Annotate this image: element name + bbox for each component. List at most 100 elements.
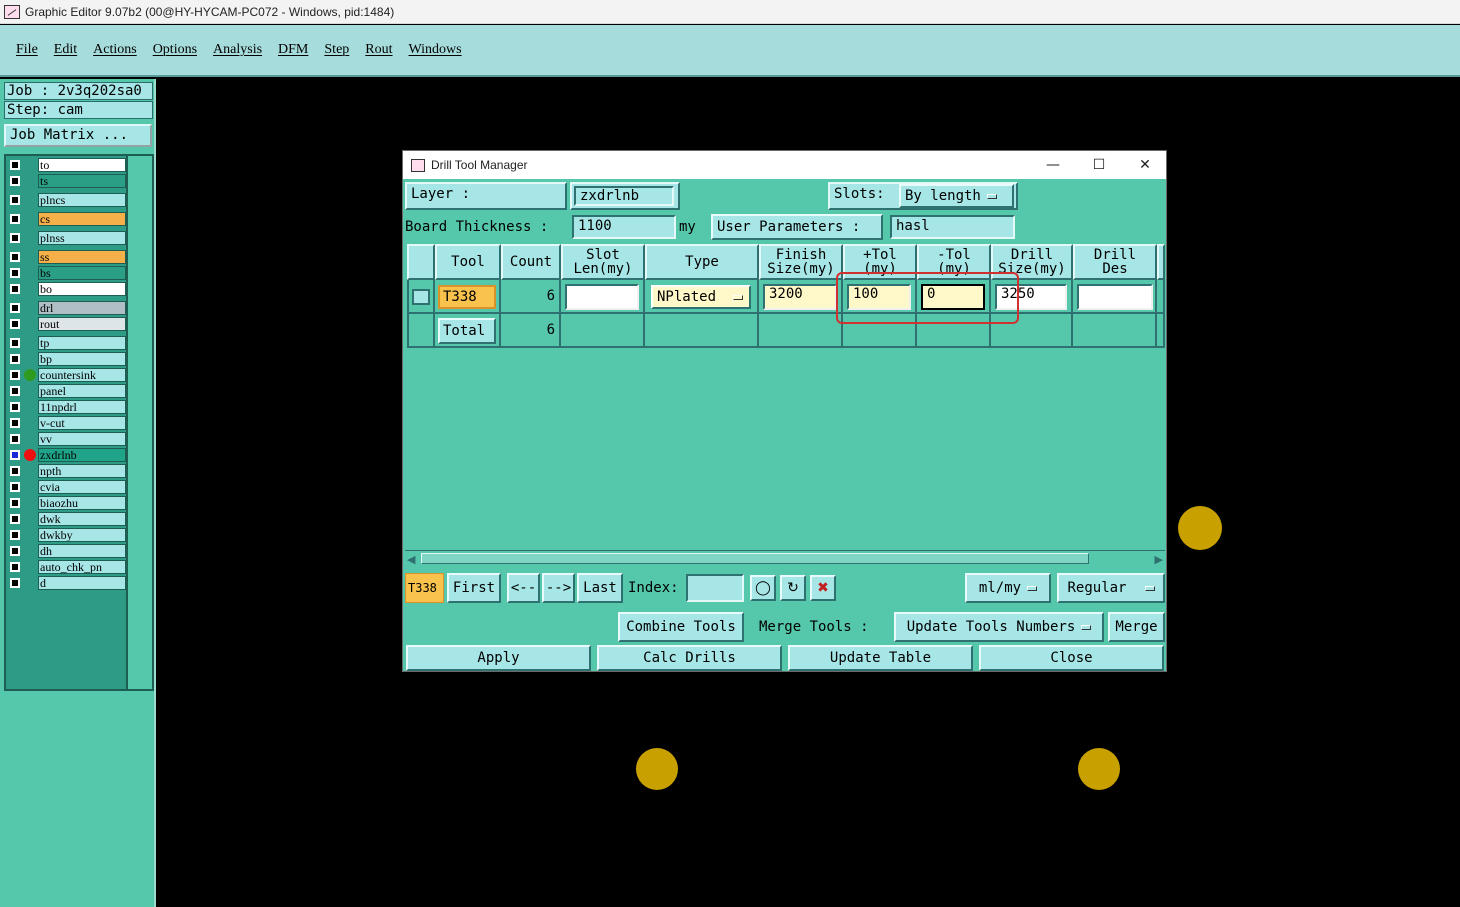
layer-checkbox[interactable]: [10, 450, 20, 460]
layer-name[interactable]: dh: [38, 544, 126, 558]
lightbulb-icon[interactable]: ◯: [750, 575, 776, 601]
layer-checkbox[interactable]: [10, 319, 20, 329]
combine-tools-button[interactable]: Combine Tools: [618, 612, 744, 642]
board-thickness-field[interactable]: 1100: [572, 215, 676, 239]
layer-checkbox[interactable]: [10, 233, 20, 243]
layer-row-npth[interactable]: npth: [6, 464, 126, 478]
layer-checkbox[interactable]: [10, 268, 20, 278]
layer-name[interactable]: npth: [38, 464, 126, 478]
layer-field[interactable]: zxdrlnb: [574, 186, 674, 206]
layer-row-d[interactable]: d: [6, 576, 126, 590]
row-selector[interactable]: [407, 280, 435, 314]
layer-checkbox[interactable]: [10, 402, 20, 412]
job-matrix-button[interactable]: Job Matrix ...: [4, 124, 152, 147]
layer-row-vv[interactable]: vv: [6, 432, 126, 446]
scroll-right-icon[interactable]: ▶: [1155, 553, 1163, 566]
layer-checkbox[interactable]: [10, 530, 20, 540]
menu-actions[interactable]: Actions: [85, 42, 145, 58]
menu-windows[interactable]: Windows: [401, 42, 470, 58]
merge-option-dropdown[interactable]: Update Tools Numbers: [894, 612, 1104, 642]
tool-id[interactable]: T338: [438, 285, 496, 309]
layer-name[interactable]: ss: [38, 250, 126, 264]
layer-checkbox[interactable]: [10, 418, 20, 428]
layer-row-auto_chk_pn[interactable]: auto_chk_pn: [6, 560, 126, 574]
slots-dropdown[interactable]: By length: [899, 184, 1014, 208]
user-parameters-field[interactable]: hasl: [890, 215, 1015, 239]
layer-checkbox[interactable]: [10, 546, 20, 556]
layer-checkbox[interactable]: [10, 578, 20, 588]
menu-dfm[interactable]: DFM: [270, 42, 316, 58]
type-dropdown[interactable]: NPlated: [651, 285, 751, 309]
last-button[interactable]: Last: [577, 573, 623, 603]
refresh-icon[interactable]: ↻: [780, 575, 806, 601]
layer-row-countersink[interactable]: countersink: [6, 368, 126, 382]
scroll-left-icon[interactable]: ◀: [407, 553, 415, 566]
slot-len-field[interactable]: [565, 284, 639, 310]
layer-checkbox[interactable]: [10, 482, 20, 492]
layer-checkbox[interactable]: [10, 434, 20, 444]
layer-row-cvia[interactable]: cvia: [6, 480, 126, 494]
close-button[interactable]: Close: [979, 645, 1164, 671]
menu-file[interactable]: File: [8, 42, 46, 58]
layer-checkbox[interactable]: [10, 466, 20, 476]
layer-name[interactable]: d: [38, 576, 126, 590]
layer-name[interactable]: cs: [38, 212, 126, 226]
layer-row-biaozhu[interactable]: biaozhu: [6, 496, 126, 510]
layer-name[interactable]: 11npdrl: [38, 400, 126, 414]
layer-name[interactable]: bp: [38, 352, 126, 366]
layer-checkbox[interactable]: [10, 160, 20, 170]
layer-name[interactable]: bo: [38, 282, 126, 296]
layer-checkbox[interactable]: [10, 370, 20, 380]
scroll-thumb[interactable]: [421, 553, 1089, 564]
delete-icon[interactable]: ✖: [810, 575, 836, 601]
layer-name[interactable]: dwkby: [38, 528, 126, 542]
layer-row-rout[interactable]: rout: [6, 317, 126, 331]
menu-step[interactable]: Step: [316, 42, 357, 58]
apply-button[interactable]: Apply: [406, 645, 591, 671]
layer-row-bo[interactable]: bo: [6, 282, 126, 296]
layer-row-v-cut[interactable]: v-cut: [6, 416, 126, 430]
layer-checkbox[interactable]: [10, 338, 20, 348]
layer-name[interactable]: zxdrlnb: [38, 448, 126, 462]
layer-row-11npdrl[interactable]: 11npdrl: [6, 400, 126, 414]
finish-size-field[interactable]: 3200: [763, 284, 837, 310]
layer-checkbox[interactable]: [10, 386, 20, 396]
layer-row-to[interactable]: to: [6, 158, 126, 172]
drill-des-field[interactable]: [1077, 284, 1153, 310]
layer-row-dwkby[interactable]: dwkby: [6, 528, 126, 542]
layer-checkbox[interactable]: [10, 284, 20, 294]
layer-name[interactable]: countersink: [38, 368, 126, 382]
menu-edit[interactable]: Edit: [46, 42, 85, 58]
menu-rout[interactable]: Rout: [357, 42, 400, 58]
layer-row-ts[interactable]: ts: [6, 174, 126, 188]
layer-row-dh[interactable]: dh: [6, 544, 126, 558]
layer-name[interactable]: to: [38, 158, 126, 172]
layer-list-scrollbar[interactable]: [128, 154, 154, 691]
layer-checkbox[interactable]: [10, 214, 20, 224]
close-icon[interactable]: ✕: [1122, 151, 1168, 179]
layer-name[interactable]: auto_chk_pn: [38, 560, 126, 574]
layer-name[interactable]: plncs: [38, 193, 126, 207]
layer-row-drl[interactable]: drl: [6, 301, 126, 315]
menu-options[interactable]: Options: [145, 42, 205, 58]
layer-row-dwk[interactable]: dwk: [6, 512, 126, 526]
menu-analysis[interactable]: Analysis: [205, 42, 270, 58]
layer-checkbox[interactable]: [10, 498, 20, 508]
user-parameters-button[interactable]: User Parameters :: [711, 214, 883, 240]
layer-name[interactable]: biaozhu: [38, 496, 126, 510]
calc-drills-button[interactable]: Calc Drills: [597, 645, 782, 671]
update-table-button[interactable]: Update Table: [788, 645, 973, 671]
layer-checkbox[interactable]: [10, 176, 20, 186]
layer-row-plnss[interactable]: plnss: [6, 231, 126, 245]
layer-checkbox[interactable]: [10, 195, 20, 205]
layer-row-plncs[interactable]: plncs: [6, 193, 126, 207]
layer-row-panel[interactable]: panel: [6, 384, 126, 398]
layer-name[interactable]: vv: [38, 432, 126, 446]
prev-button[interactable]: <--: [507, 573, 540, 603]
layer-name[interactable]: panel: [38, 384, 126, 398]
index-field[interactable]: [686, 574, 744, 602]
layer-row-bp[interactable]: bp: [6, 352, 126, 366]
layer-row-zxdrlnb[interactable]: zxdrlnb: [6, 448, 126, 462]
layer-name[interactable]: tp: [38, 336, 126, 350]
layer-row-bs[interactable]: bs: [6, 266, 126, 280]
